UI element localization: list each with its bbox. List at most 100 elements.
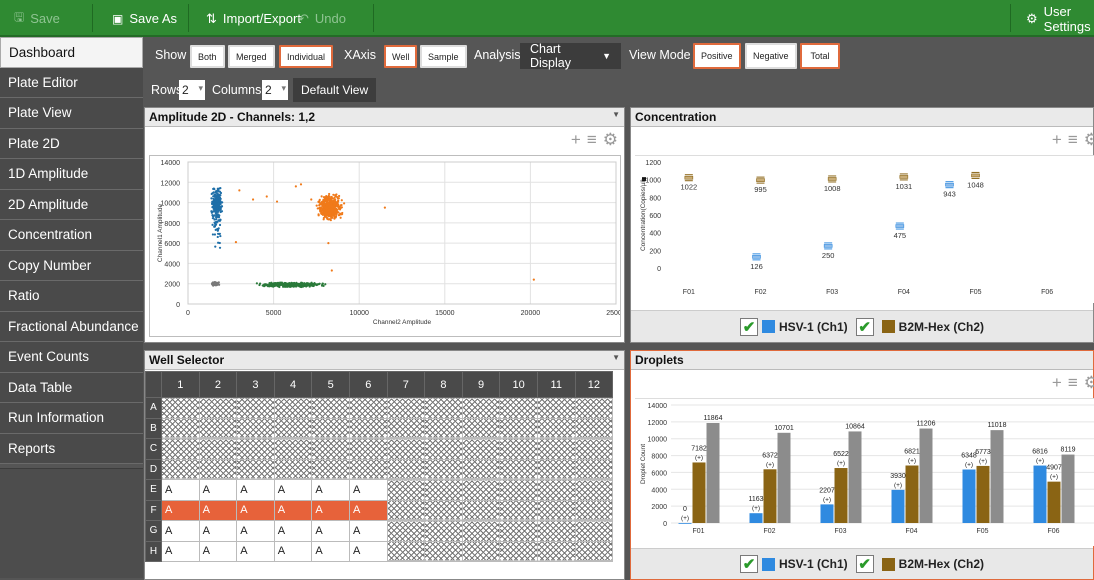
well-cell[interactable]: [574, 520, 614, 542]
row-header[interactable]: H: [145, 540, 162, 562]
well-cell[interactable]: [161, 397, 200, 419]
well-cell[interactable]: [536, 458, 576, 480]
row-header[interactable]: D: [145, 458, 162, 480]
well-cell[interactable]: [536, 540, 576, 562]
well-cell[interactable]: A: [161, 479, 200, 501]
sidebar-item-2d-amplitude[interactable]: 2D Amplitude: [0, 189, 143, 220]
concentration-chart[interactable]: 0 200 400 600 800 1000 1200 Concentration(Copie…: [635, 156, 1094, 304]
well-cell[interactable]: A: [311, 520, 350, 542]
row-header[interactable]: F: [145, 499, 162, 521]
gear-icon[interactable]: ⚙: [603, 130, 618, 150]
well-cell[interactable]: A: [161, 540, 200, 562]
sidebar-item-dashboard[interactable]: Dashboard: [0, 37, 143, 68]
menu-lines-icon[interactable]: ≡: [587, 130, 597, 150]
well-cell[interactable]: [311, 458, 350, 480]
well-cell[interactable]: [461, 520, 501, 542]
column-header[interactable]: 7: [386, 371, 426, 398]
well-cell[interactable]: [424, 438, 463, 460]
column-header[interactable]: 6: [348, 371, 388, 398]
well-cell[interactable]: [236, 458, 275, 480]
columns-stepper[interactable]: 2 ▾: [262, 80, 288, 100]
default-view-button[interactable]: Default View: [293, 78, 377, 102]
well-cell[interactable]: A: [273, 499, 313, 521]
row-header[interactable]: C: [145, 438, 162, 460]
user-settings-button[interactable]: ⚙ User Settings: [1016, 0, 1094, 37]
view-total-toggle[interactable]: Total: [800, 43, 840, 69]
show-both-toggle[interactable]: Both: [190, 45, 225, 68]
well-cell[interactable]: [273, 417, 313, 439]
well-cell[interactable]: [536, 499, 576, 521]
row-header[interactable]: E: [145, 479, 162, 501]
column-header[interactable]: 3: [236, 371, 275, 398]
zoom-plus-icon[interactable]: +: [1052, 373, 1062, 393]
well-cell[interactable]: [161, 438, 200, 460]
well-cell[interactable]: [499, 479, 538, 501]
sidebar-item-run-information[interactable]: Run Information: [0, 403, 143, 434]
well-cell[interactable]: [461, 499, 501, 521]
well-cell[interactable]: [273, 458, 313, 480]
row-header[interactable]: G: [145, 520, 162, 542]
well-cell[interactable]: [386, 520, 426, 542]
well-cell[interactable]: A: [161, 520, 200, 542]
analysis-dropdown[interactable]: Chart Display ▼: [520, 42, 621, 70]
well-cell[interactable]: [386, 438, 426, 460]
well-cell[interactable]: [273, 438, 313, 460]
well-cell[interactable]: [236, 417, 275, 439]
well-cell[interactable]: [311, 438, 350, 460]
well-cell[interactable]: A: [198, 520, 238, 542]
sidebar-item-copy-number[interactable]: Copy Number: [0, 250, 143, 281]
zoom-plus-icon[interactable]: +: [571, 130, 581, 150]
well-cell[interactable]: [499, 520, 538, 542]
zoom-plus-icon[interactable]: +: [1052, 130, 1062, 150]
well-cell[interactable]: [536, 520, 576, 542]
well-cell[interactable]: [536, 479, 576, 501]
well-cell[interactable]: [536, 417, 576, 439]
well-cell[interactable]: [574, 397, 614, 419]
legend-ch2-checkbox[interactable]: ✔: [855, 555, 874, 573]
sidebar-item-1d-amplitude[interactable]: 1D Amplitude: [0, 159, 143, 190]
amplitude-scatter-chart[interactable]: 020004000600080001000012000140000 5000 100…: [150, 156, 626, 336]
well-cell[interactable]: A: [198, 499, 238, 521]
sidebar-item-plate-2d[interactable]: Plate 2D: [0, 128, 143, 159]
menu-lines-icon[interactable]: ≡: [1068, 373, 1078, 393]
column-header[interactable]: 2: [198, 371, 238, 398]
well-cell[interactable]: A: [198, 479, 238, 501]
well-cell[interactable]: [461, 397, 501, 419]
droplets-chart[interactable]: 0 2000 4000 6000 8000 10000 12000 14000 Droplet …: [635, 399, 1094, 547]
well-cell[interactable]: [198, 458, 238, 480]
well-cell[interactable]: A: [348, 520, 388, 542]
well-cell[interactable]: [386, 479, 426, 501]
well-cell[interactable]: [499, 417, 538, 439]
well-cell[interactable]: [574, 438, 614, 460]
well-cell[interactable]: A: [198, 540, 238, 562]
well-cell[interactable]: [198, 438, 238, 460]
column-header[interactable]: 12: [574, 371, 614, 398]
well-cell[interactable]: A: [273, 540, 313, 562]
show-merged-toggle[interactable]: Merged: [228, 45, 275, 68]
well-cell[interactable]: [348, 417, 388, 439]
rows-stepper[interactable]: 2 ▾: [179, 80, 205, 100]
row-header[interactable]: A: [145, 397, 162, 419]
well-cell[interactable]: A: [348, 479, 388, 501]
menu-lines-icon[interactable]: ≡: [1068, 130, 1078, 150]
well-cell[interactable]: A: [236, 499, 275, 521]
well-cell[interactable]: [574, 417, 614, 439]
sidebar-item-concentration[interactable]: Concentration: [0, 220, 143, 251]
well-cell[interactable]: [311, 397, 350, 419]
view-positive-toggle[interactable]: Positive: [693, 43, 741, 69]
gear-icon[interactable]: ⚙: [1084, 373, 1094, 393]
well-cell[interactable]: [461, 540, 501, 562]
well-cell[interactable]: [424, 458, 463, 480]
well-cell[interactable]: [386, 458, 426, 480]
legend-ch2-checkbox[interactable]: ✔: [855, 317, 874, 336]
well-cell[interactable]: [424, 520, 463, 542]
xaxis-sample-toggle[interactable]: Sample: [420, 45, 467, 68]
well-cell[interactable]: A: [311, 499, 350, 521]
save-button[interactable]: 🖫 Save: [4, 0, 70, 37]
legend-ch1-checkbox[interactable]: ✔: [739, 317, 758, 336]
well-cell[interactable]: [499, 397, 538, 419]
sidebar-item-ratio[interactable]: Ratio: [0, 281, 143, 312]
well-cell[interactable]: [461, 458, 501, 480]
well-cell[interactable]: [236, 397, 275, 419]
well-cell[interactable]: A: [273, 479, 313, 501]
